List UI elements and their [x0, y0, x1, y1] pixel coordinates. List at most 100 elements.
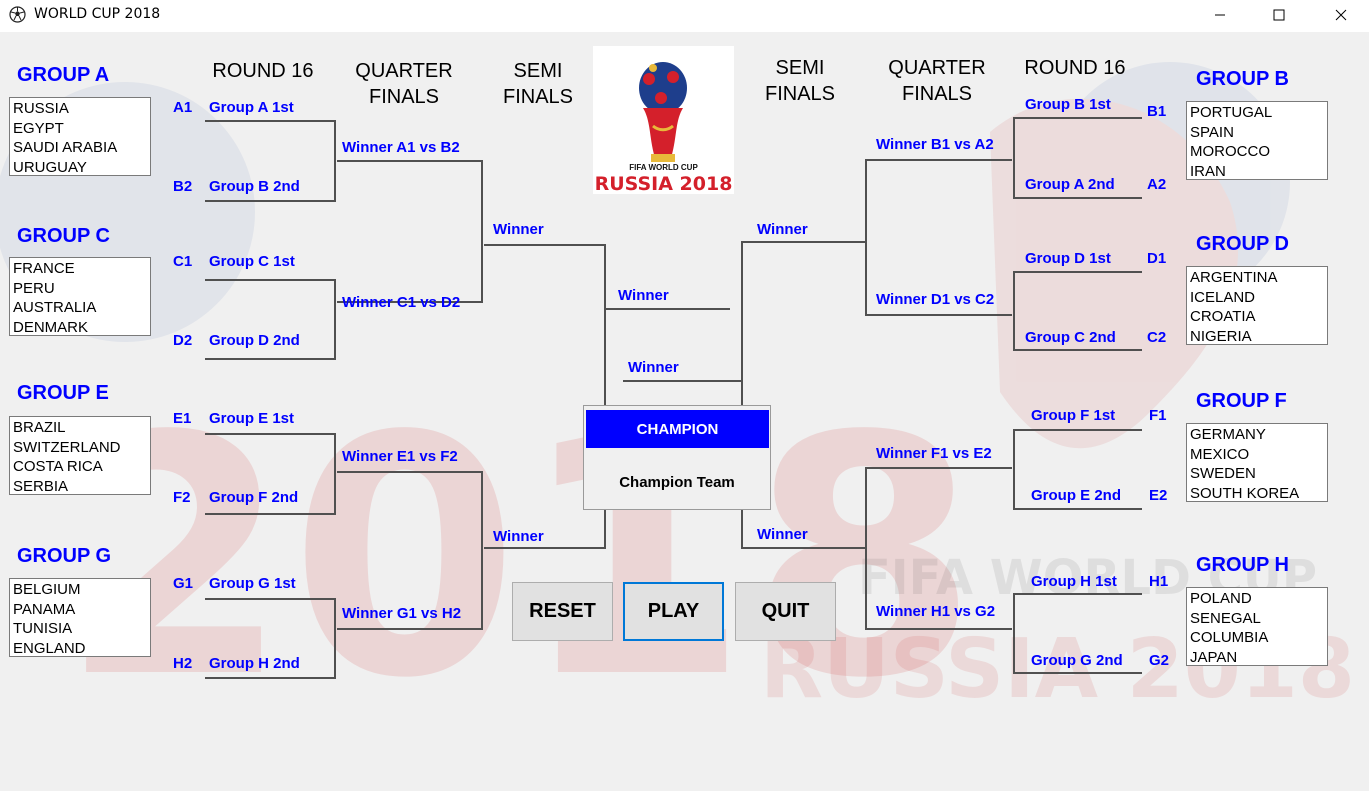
slot-code-b1: B1: [1147, 103, 1167, 120]
minimize-button[interactable]: [1197, 0, 1243, 30]
list-item[interactable]: SWEDEN: [1190, 464, 1324, 484]
list-item[interactable]: AUSTRALIA: [13, 298, 147, 318]
list-item[interactable]: COSTA RICA: [13, 457, 147, 477]
list-item[interactable]: RUSSIA: [13, 99, 147, 119]
group-e-list[interactable]: BRAZIL SWITZERLAND COSTA RICA SERBIA: [9, 416, 151, 495]
left-semi-header-line2: FINALS: [502, 86, 574, 108]
semi-left-top: Winner: [493, 221, 544, 238]
left-round16-header: ROUND 16: [212, 60, 314, 82]
slot-code-a2: A2: [1147, 176, 1167, 193]
list-item[interactable]: ENGLAND: [13, 639, 147, 659]
list-item[interactable]: JAPAN: [1190, 648, 1324, 668]
slot-label-d2: Group D 2nd: [209, 332, 300, 349]
list-item[interactable]: URUGUAY: [13, 158, 147, 178]
list-item[interactable]: GERMANY: [1190, 425, 1324, 445]
slot-label-c2: Group C 2nd: [1025, 329, 1116, 346]
slot-code-h2: H2: [173, 655, 193, 672]
semi-left-bottom: Winner: [493, 528, 544, 545]
list-item[interactable]: BELGIUM: [13, 580, 147, 600]
quarter-right-2: Winner D1 vs C2: [876, 291, 995, 308]
group-h-title: GROUP H: [1196, 554, 1289, 576]
list-item[interactable]: COLUMBIA: [1190, 628, 1324, 648]
list-item[interactable]: SAUDI ARABIA: [13, 138, 147, 158]
semi-right-bottom: Winner: [757, 526, 808, 543]
bracket-canvas: 2018 FIFA WORLD CUP RUSSIA 2018 ROUND 16…: [0, 32, 1369, 791]
list-item[interactable]: NIGERIA: [1190, 327, 1324, 347]
right-quarter-header: QUARTER FINALS: [881, 55, 993, 107]
slot-label-h2: Group H 2nd: [209, 655, 300, 672]
list-item[interactable]: PANAMA: [13, 600, 147, 620]
list-item[interactable]: IRAN: [1190, 162, 1324, 182]
left-semi-header-line1: SEMI: [513, 60, 563, 82]
list-item[interactable]: CROATIA: [1190, 307, 1324, 327]
list-item[interactable]: MOROCCO: [1190, 142, 1324, 162]
group-h-list[interactable]: POLAND SENEGAL COLUMBIA JAPAN: [1186, 587, 1328, 666]
list-item[interactable]: SOUTH KOREA: [1190, 484, 1324, 504]
left-quarter-header: QUARTER FINALS: [348, 58, 460, 110]
slot-code-g2: G2: [1149, 652, 1170, 669]
maximize-button[interactable]: [1256, 0, 1302, 30]
soccer-ball-icon: [9, 6, 26, 23]
reset-button[interactable]: RESET: [512, 582, 613, 641]
right-semi-header-line1: SEMI: [775, 57, 825, 79]
slot-label-e2: Group E 2nd: [1031, 487, 1121, 504]
right-quarter-header-line2: FINALS: [901, 83, 973, 105]
left-semi-header: SEMI FINALS: [488, 58, 588, 110]
left-quarter-header-line1: QUARTER: [355, 60, 453, 82]
title-bar: WORLD CUP 2018: [0, 0, 1369, 32]
slot-code-b2: B2: [173, 178, 193, 195]
list-item[interactable]: MEXICO: [1190, 445, 1324, 465]
list-item[interactable]: SENEGAL: [1190, 609, 1324, 629]
final-right: Winner: [628, 359, 679, 376]
slot-label-f2: Group F 2nd: [209, 489, 299, 506]
quarter-left-2: Winner C1 vs D2: [342, 294, 461, 311]
quit-button[interactable]: QUIT: [735, 582, 836, 641]
logo-line2: RUSSIA 2018: [594, 173, 733, 195]
list-item[interactable]: FRANCE: [13, 259, 147, 279]
quarter-right-3: Winner F1 vs E2: [876, 445, 992, 462]
slot-code-d2: D2: [173, 332, 193, 349]
list-item[interactable]: SERBIA: [13, 477, 147, 497]
right-quarter-header-line1: QUARTER: [888, 57, 986, 79]
list-item[interactable]: BRAZIL: [13, 418, 147, 438]
slot-code-h1: H1: [1149, 573, 1169, 590]
quarter-right-4: Winner H1 vs G2: [876, 603, 996, 620]
group-g-title: GROUP G: [17, 545, 112, 567]
slot-code-c2: C2: [1147, 329, 1167, 346]
world-cup-logo: FIFA WORLD CUP RUSSIA 2018: [593, 46, 734, 195]
group-c-title: GROUP C: [17, 225, 110, 247]
list-item[interactable]: SPAIN: [1190, 123, 1324, 143]
logo-line1: FIFA WORLD CUP: [629, 163, 698, 172]
list-item[interactable]: PORTUGAL: [1190, 103, 1324, 123]
right-round16-header: ROUND 16: [1024, 57, 1126, 79]
right-semi-header-line2: FINALS: [764, 83, 836, 105]
group-d-list[interactable]: ARGENTINA ICELAND CROATIA NIGERIA: [1186, 266, 1328, 345]
slot-code-g1: G1: [173, 575, 194, 592]
slot-code-e2: E2: [1149, 487, 1168, 504]
close-button[interactable]: [1318, 0, 1364, 30]
list-item[interactable]: PERU: [13, 279, 147, 299]
group-g-list[interactable]: BELGIUM PANAMA TUNISIA ENGLAND: [9, 578, 151, 657]
group-c-list[interactable]: FRANCE PERU AUSTRALIA DENMARK: [9, 257, 151, 336]
group-b-list[interactable]: PORTUGAL SPAIN MOROCCO IRAN: [1186, 101, 1328, 180]
list-item[interactable]: POLAND: [1190, 589, 1324, 609]
group-a-list[interactable]: RUSSIA EGYPT SAUDI ARABIA URUGUAY: [9, 97, 151, 176]
champion-header: CHAMPION: [586, 410, 769, 448]
list-item[interactable]: ARGENTINA: [1190, 268, 1324, 288]
group-e-title: GROUP E: [17, 382, 109, 404]
quarter-left-3: Winner E1 vs F2: [342, 448, 458, 465]
left-quarter-header-line2: FINALS: [368, 86, 440, 108]
group-f-list[interactable]: GERMANY MEXICO SWEDEN SOUTH KOREA: [1186, 423, 1328, 502]
list-item[interactable]: TUNISIA: [13, 619, 147, 639]
list-item[interactable]: SWITZERLAND: [13, 438, 147, 458]
list-item[interactable]: ICELAND: [1190, 288, 1324, 308]
close-icon: [1335, 9, 1347, 21]
slot-label-f1: Group F 1st: [1031, 407, 1116, 424]
slot-code-f2: F2: [173, 489, 191, 506]
slot-label-c1: Group C 1st: [209, 253, 295, 270]
list-item[interactable]: DENMARK: [13, 318, 147, 338]
slot-label-b2: Group B 2nd: [209, 178, 300, 195]
play-button[interactable]: PLAY: [623, 582, 724, 641]
list-item[interactable]: EGYPT: [13, 119, 147, 139]
slot-label-e1: Group E 1st: [209, 410, 295, 427]
